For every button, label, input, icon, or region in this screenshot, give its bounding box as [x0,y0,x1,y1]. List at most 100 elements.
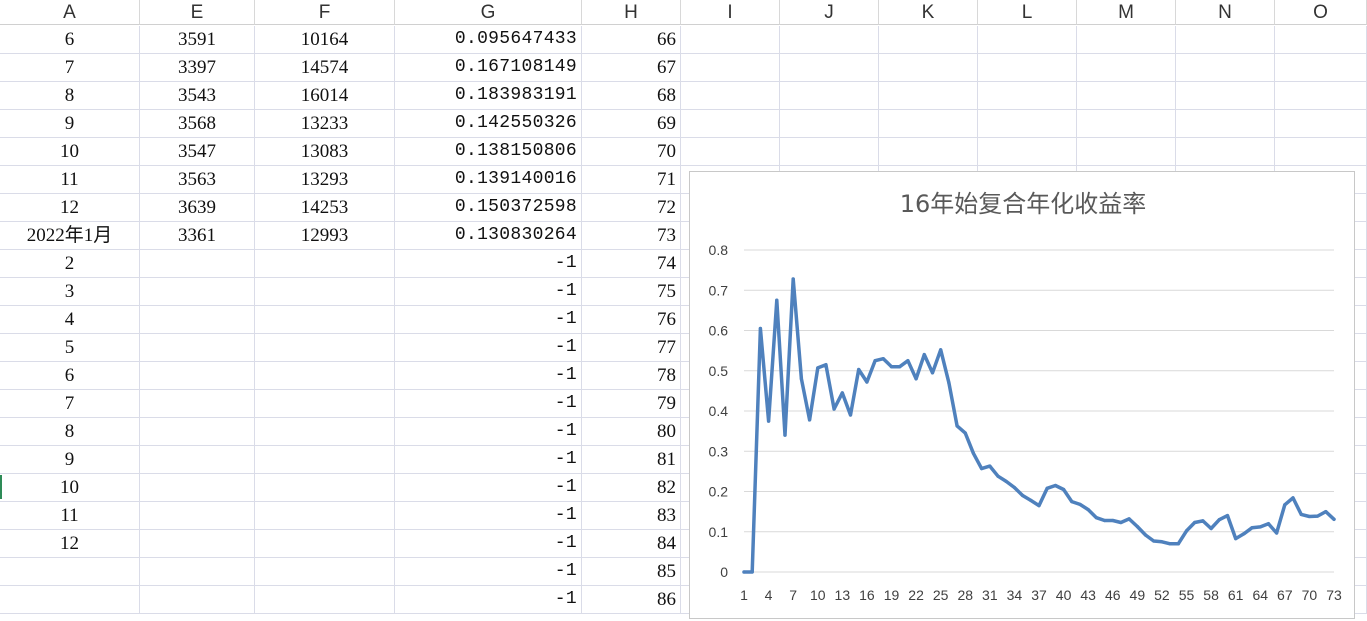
cell-l[interactable] [978,138,1077,165]
cell-o[interactable] [1275,54,1367,81]
cell-f[interactable] [255,390,395,417]
cell-f[interactable]: 16014 [255,82,395,109]
cell-f[interactable] [255,418,395,445]
cell-k[interactable] [879,138,978,165]
column-header-h[interactable]: H [582,0,681,25]
cell-h[interactable]: 77 [582,334,681,361]
cell-k[interactable] [879,26,978,53]
cell-a[interactable]: 6 [0,26,140,53]
cell-g[interactable]: 0.142550326 [395,110,582,137]
cell-n[interactable] [1176,54,1275,81]
cell-e[interactable] [140,362,255,389]
cell-h[interactable]: 81 [582,446,681,473]
cell-g[interactable]: 0.139140016 [395,166,582,193]
cell-e[interactable] [140,474,255,501]
cell-g[interactable]: -1 [395,586,582,613]
cell-a[interactable]: 11 [0,166,140,193]
cell-f[interactable] [255,334,395,361]
cell-h[interactable]: 74 [582,250,681,277]
cell-h[interactable]: 78 [582,362,681,389]
series-line[interactable] [742,277,1336,574]
cell-a[interactable] [0,558,140,585]
cell-e[interactable] [140,334,255,361]
cell-f[interactable]: 14253 [255,194,395,221]
cell-a[interactable]: 2 [0,250,140,277]
cell-a[interactable]: 12 [0,530,140,557]
column-header-a[interactable]: A [0,0,140,25]
cell-o[interactable] [1275,138,1367,165]
cell-e[interactable] [140,418,255,445]
cell-g[interactable]: -1 [395,278,582,305]
cell-h[interactable]: 75 [582,278,681,305]
cell-j[interactable] [780,54,879,81]
cell-h[interactable]: 67 [582,54,681,81]
cell-l[interactable] [978,82,1077,109]
column-header-i[interactable]: I [681,0,780,25]
cell-e[interactable]: 3397 [140,54,255,81]
cell-e[interactable] [140,446,255,473]
column-header-e[interactable]: E [140,0,255,25]
cell-a[interactable]: 10 [0,138,140,165]
cell-m[interactable] [1077,82,1176,109]
cell-f[interactable] [255,278,395,305]
cell-e[interactable] [140,586,255,613]
column-header-n[interactable]: N [1176,0,1275,25]
cell-e[interactable] [140,306,255,333]
cell-e[interactable] [140,502,255,529]
cell-e[interactable] [140,530,255,557]
cell-m[interactable] [1077,110,1176,137]
cell-j[interactable] [780,26,879,53]
cell-g[interactable]: -1 [395,250,582,277]
cell-h[interactable]: 69 [582,110,681,137]
cell-o[interactable] [1275,82,1367,109]
cell-g[interactable]: 0.138150806 [395,138,582,165]
cell-g[interactable]: -1 [395,446,582,473]
column-header-j[interactable]: J [780,0,879,25]
cell-a[interactable]: 10 [0,474,140,501]
cell-m[interactable] [1077,26,1176,53]
cell-e[interactable] [140,558,255,585]
cell-f[interactable] [255,446,395,473]
cell-e[interactable] [140,278,255,305]
cell-e[interactable]: 3361 [140,222,255,249]
column-header-l[interactable]: L [978,0,1077,25]
cell-e[interactable]: 3543 [140,82,255,109]
cell-e[interactable]: 3568 [140,110,255,137]
cell-i[interactable] [681,110,780,137]
cell-e[interactable]: 3563 [140,166,255,193]
cell-a[interactable]: 7 [0,54,140,81]
cell-n[interactable] [1176,110,1275,137]
cell-f[interactable] [255,558,395,585]
cell-a[interactable]: 5 [0,334,140,361]
column-header-o[interactable]: O [1275,0,1367,25]
cell-a[interactable]: 7 [0,390,140,417]
column-header-g[interactable]: G [395,0,582,25]
cell-h[interactable]: 85 [582,558,681,585]
cell-i[interactable] [681,82,780,109]
cell-g[interactable]: -1 [395,390,582,417]
cell-n[interactable] [1176,138,1275,165]
cell-j[interactable] [780,82,879,109]
cell-f[interactable]: 13083 [255,138,395,165]
cell-a[interactable]: 6 [0,362,140,389]
cell-o[interactable] [1275,26,1367,53]
cell-f[interactable] [255,502,395,529]
cell-i[interactable] [681,26,780,53]
cell-h[interactable]: 76 [582,306,681,333]
cell-a[interactable]: 3 [0,278,140,305]
cell-f[interactable]: 13233 [255,110,395,137]
cell-h[interactable]: 84 [582,530,681,557]
cell-h[interactable]: 66 [582,26,681,53]
cell-g[interactable]: 0.150372598 [395,194,582,221]
column-header-f[interactable]: F [255,0,395,25]
cell-f[interactable] [255,586,395,613]
cell-h[interactable]: 70 [582,138,681,165]
cell-a[interactable]: 4 [0,306,140,333]
cell-f[interactable]: 14574 [255,54,395,81]
cell-g[interactable]: -1 [395,362,582,389]
cell-e[interactable]: 3639 [140,194,255,221]
cell-j[interactable] [780,110,879,137]
cell-l[interactable] [978,110,1077,137]
cell-a[interactable]: 9 [0,110,140,137]
cell-h[interactable]: 79 [582,390,681,417]
